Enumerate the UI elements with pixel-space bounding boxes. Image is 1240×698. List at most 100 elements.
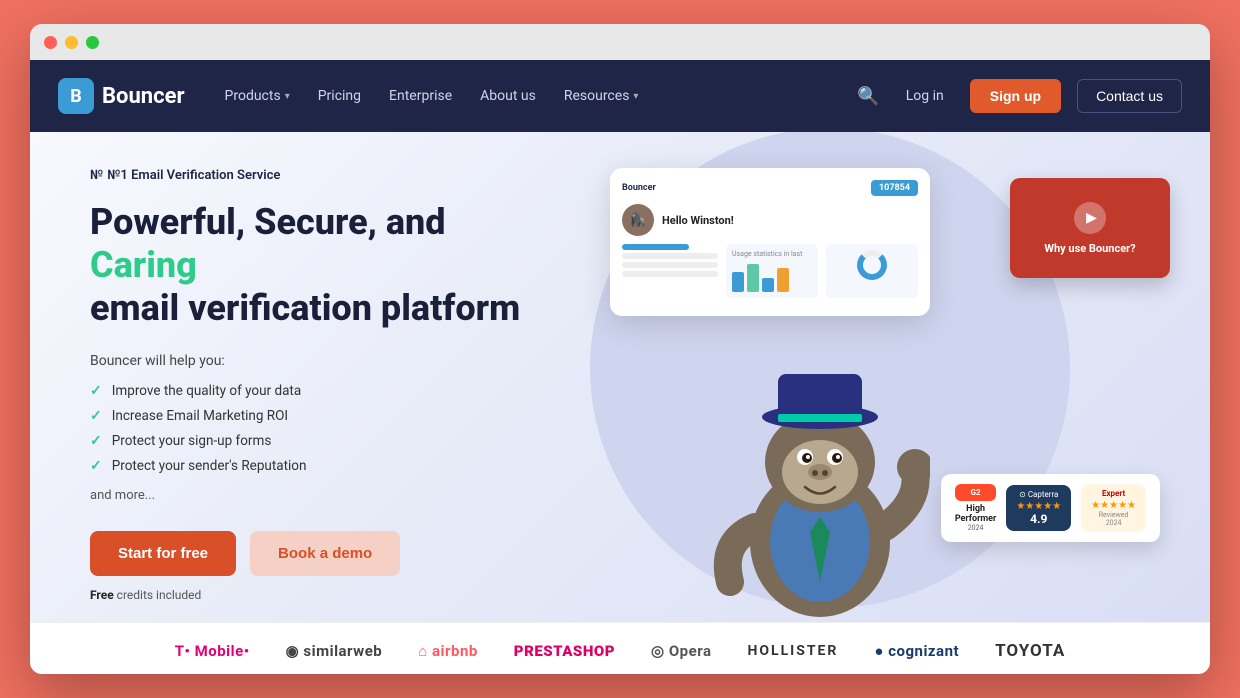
gorilla-svg [710, 342, 930, 622]
logo-cognizant: ● cognizant [874, 642, 959, 660]
badges-card: G2 High Performer 2024 ⊙ Capterra ★★★★★ … [941, 474, 1160, 542]
feature-item-2: ✓ Increase Email Marketing ROI [90, 408, 550, 424]
chevron-down-icon-2: ▾ [633, 91, 638, 102]
chevron-down-icon: ▾ [285, 91, 290, 102]
nav-item-about[interactable]: About us [468, 80, 548, 112]
logo-text: Bouncer [102, 84, 185, 109]
nav-links: Products ▾ Pricing Enterprise About us R… [213, 80, 858, 112]
hero-title: Powerful, Secure, and Caring email verif… [90, 201, 550, 331]
feature-item-4: ✓ Protect your sender's Reputation [90, 458, 550, 474]
feature-list: ✓ Improve the quality of your data ✓ Inc… [90, 383, 550, 474]
browser-window: B Bouncer Products ▾ Pricing Enterprise … [30, 24, 1210, 674]
capterra-badge: ⊙ Capterra ★★★★★ 4.9 [1006, 485, 1071, 531]
play-icon: ▶ [1086, 210, 1097, 226]
page-content: B Bouncer Products ▾ Pricing Enterprise … [30, 60, 1210, 674]
check-icon-1: ✓ [90, 383, 102, 399]
dash-nav-item-3 [622, 271, 718, 277]
video-card[interactable]: ▶ Why use Bouncer? [1010, 178, 1170, 278]
dashboard-panel-bars: Usage statistics in last [726, 244, 818, 298]
gorilla-avatar-small: 🦍 [622, 204, 654, 236]
dashboard-header: Bouncer 107854 [622, 180, 918, 196]
signup-button[interactable]: Sign up [970, 79, 1061, 113]
nav-item-pricing[interactable]: Pricing [306, 80, 373, 112]
nav-item-enterprise[interactable]: Enterprise [377, 80, 464, 112]
capterra-rating: 4.9 [1016, 512, 1061, 526]
g2-label: G2 [955, 484, 997, 501]
credits-label: credits included [114, 588, 202, 602]
hero-section: № №1 Email Verification Service Powerful,… [30, 132, 1210, 674]
dashboard-card: Bouncer 107854 🦍 Hello Winston! [610, 168, 930, 316]
gorilla-character [710, 342, 930, 622]
minimize-button[interactable] [65, 36, 78, 49]
title-part2: email verification platform [90, 287, 520, 329]
expert-sublabel: Reviewed [1091, 511, 1136, 519]
bar-4 [777, 268, 789, 292]
hero-right: Bouncer 107854 🦍 Hello Winston! [550, 168, 1150, 602]
feature-item-3: ✓ Protect your sign-up forms [90, 433, 550, 449]
g2-badge: G2 High Performer 2024 [955, 484, 997, 532]
logo-area[interactable]: B Bouncer [58, 78, 185, 114]
contact-button[interactable]: Contact us [1077, 79, 1182, 113]
bar-1 [732, 272, 744, 292]
g2-performer: High Performer [955, 504, 997, 524]
title-highlight: Caring [90, 244, 197, 286]
badge-no: № [90, 168, 103, 183]
logo-tmobile: T• Mobile• [175, 642, 250, 660]
dash-nav-item-2 [622, 262, 718, 268]
dashboard-stat: 107854 [871, 180, 918, 196]
dashboard-logo: Bouncer [622, 183, 656, 193]
bar-3 [762, 278, 774, 292]
expert-badge: Expert ★★★★★ Reviewed 2024 [1081, 484, 1146, 532]
play-button[interactable]: ▶ [1074, 202, 1106, 234]
hero-subtitle: Bouncer will help you: [90, 353, 550, 369]
logos-row-1: T• Mobile• ◉ similarweb ⌂ airbnb PRESTAS… [90, 641, 1150, 661]
check-icon-4: ✓ [90, 458, 102, 474]
dash-nav-item-1 [622, 253, 718, 259]
g2-year: 2024 [955, 524, 997, 532]
navbar: B Bouncer Products ▾ Pricing Enterprise … [30, 60, 1210, 132]
capterra-stars: ★★★★★ [1016, 501, 1061, 512]
dashboard-content: Usage statistics in last [726, 244, 918, 298]
dashboard-panel-donut [826, 244, 918, 298]
logo-airbnb: ⌂ airbnb [418, 642, 478, 660]
start-free-button[interactable]: Start for free [90, 531, 236, 576]
check-icon-3: ✓ [90, 433, 102, 449]
book-demo-button[interactable]: Book a demo [250, 531, 400, 576]
search-icon[interactable]: 🔍 [857, 86, 879, 107]
logo-icon: B [58, 78, 94, 114]
dashboard-donut-chart [857, 250, 887, 280]
hero-badge: № №1 Email Verification Service [90, 168, 550, 183]
nav-item-products[interactable]: Products ▾ [213, 80, 302, 112]
cta-buttons: Start for free Book a demo [90, 531, 550, 576]
logo-prestashop: PRESTASHOP [514, 642, 615, 660]
logo-hollister: HOLLISTER [747, 643, 838, 659]
dash-nav-item-active [622, 244, 689, 250]
free-label: Free [90, 588, 114, 602]
hero-left: № №1 Email Verification Service Powerful,… [90, 168, 550, 602]
maximize-button[interactable] [86, 36, 99, 49]
logos-section: T• Mobile• ◉ similarweb ⌂ airbnb PRESTAS… [30, 622, 1210, 674]
dashboard-hello-text: Hello Winston! [662, 214, 734, 227]
nav-item-resources[interactable]: Resources ▾ [552, 80, 651, 112]
logo-similarweb: ◉ similarweb [286, 642, 383, 660]
dashboard-nav [622, 244, 718, 277]
dashboard-bars [732, 262, 812, 292]
login-button[interactable]: Log in [896, 82, 954, 110]
video-title: Why use Bouncer? [1044, 242, 1135, 255]
feature-item-1: ✓ Improve the quality of your data [90, 383, 550, 399]
expert-year: 2024 [1091, 519, 1136, 527]
dashboard-hello: 🦍 Hello Winston! [622, 204, 918, 236]
badge-text: №1 Email Verification Service [107, 168, 280, 183]
free-credits-text: Free credits included [90, 588, 550, 602]
bar-2 [747, 264, 759, 292]
close-button[interactable] [44, 36, 57, 49]
logo-opera: ◎ Opera [651, 642, 711, 660]
browser-chrome [30, 24, 1210, 60]
nav-actions: 🔍 Log in Sign up Contact us [857, 79, 1182, 113]
expert-stars: ★★★★★ [1091, 500, 1136, 511]
title-part1: Powerful, Secure, and [90, 201, 446, 243]
logo-toyota: TOYOTA [995, 641, 1065, 661]
check-icon-2: ✓ [90, 408, 102, 424]
hero-main: № №1 Email Verification Service Powerful,… [30, 132, 1210, 622]
and-more-text: and more... [90, 488, 550, 503]
